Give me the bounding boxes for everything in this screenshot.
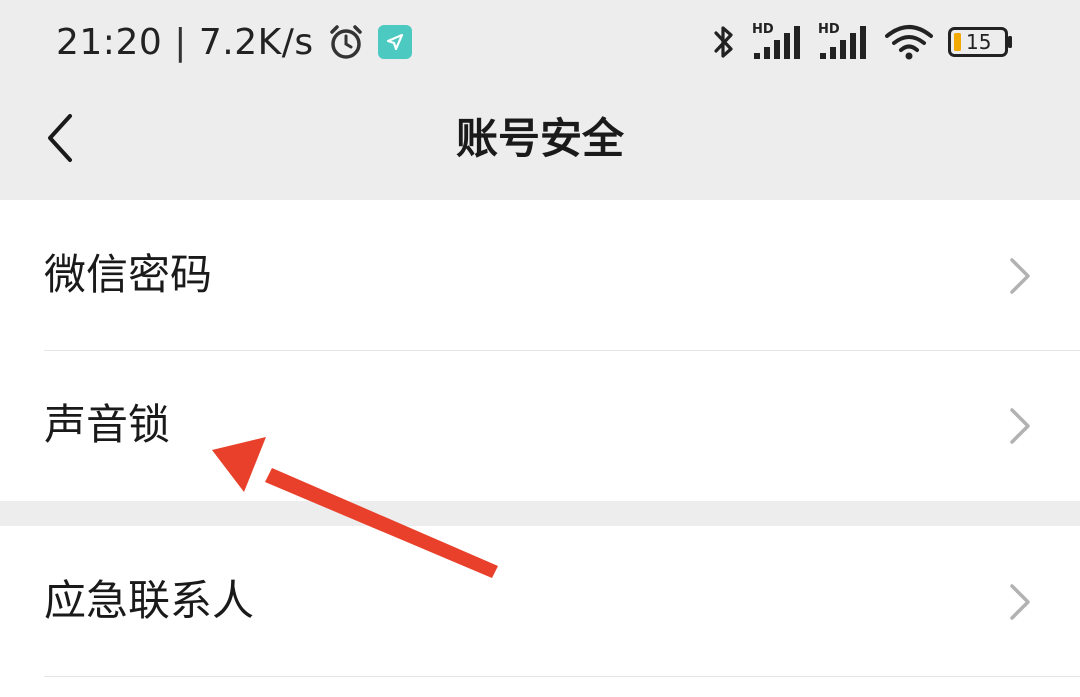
bluetooth-icon bbox=[714, 26, 733, 58]
divider bbox=[44, 676, 1080, 677]
page-title: 账号安全 bbox=[455, 114, 624, 163]
settings-item-emergency-contact[interactable]: 应急联系人 bbox=[0, 526, 1080, 676]
wifi-icon bbox=[885, 25, 933, 60]
settings-item-voice-lock[interactable]: 声音锁 bbox=[0, 350, 1080, 501]
battery-icon: 15 bbox=[948, 27, 1014, 57]
settings-item-wechat-password[interactable]: 微信密码 bbox=[0, 200, 1080, 350]
settings-group-security: 微信密码 声音锁 bbox=[0, 200, 1080, 501]
settings-group-emergency: 应急联系人 bbox=[0, 526, 1080, 697]
status-right: HD HD 15 bbox=[710, 20, 1014, 64]
battery-level: 15 bbox=[966, 30, 992, 54]
settings-item-label: 微信密码 bbox=[44, 250, 213, 299]
signal-icon: HD bbox=[752, 23, 804, 61]
settings-item-label: 应急联系人 bbox=[44, 576, 255, 625]
chevron-right-icon bbox=[1010, 408, 1030, 444]
settings-item-label: 声音锁 bbox=[44, 400, 171, 449]
chevron-right-icon bbox=[1010, 258, 1030, 294]
status-separator: | bbox=[174, 21, 187, 63]
alarm-icon bbox=[329, 25, 362, 59]
signal-icon: HD bbox=[818, 23, 870, 61]
status-bar: 21:20 | 7.2K/s HD HD 15 bbox=[0, 0, 1080, 84]
location-arrow-icon bbox=[377, 25, 412, 59]
status-left: 21:20 | 7.2K/s bbox=[56, 18, 412, 66]
nav-bar: 账号安全 bbox=[0, 84, 1080, 198]
chevron-right-icon bbox=[1010, 584, 1030, 620]
status-time: 21:20 bbox=[56, 21, 163, 63]
network-speed: 7.2K/s bbox=[198, 21, 314, 63]
